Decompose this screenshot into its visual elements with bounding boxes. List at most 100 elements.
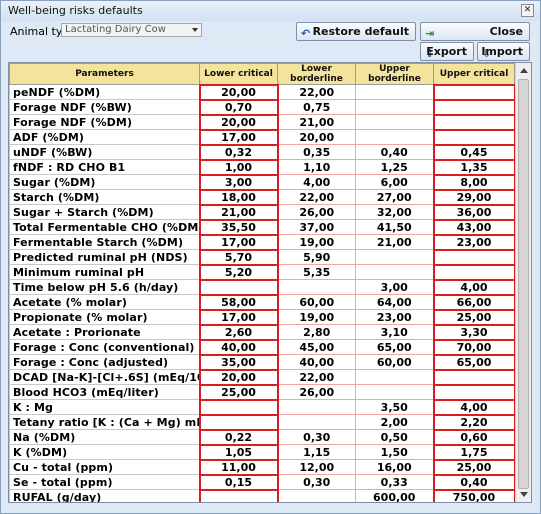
threshold-cell[interactable]: 0,35 <box>277 144 356 160</box>
threshold-cell[interactable]: 0,22 <box>198 428 279 446</box>
threshold-cell[interactable] <box>432 128 516 146</box>
threshold-cell[interactable]: 35,00 <box>198 353 279 371</box>
threshold-cell[interactable]: 17,00 <box>198 128 279 146</box>
threshold-cell[interactable]: 5,90 <box>277 249 356 265</box>
threshold-cell[interactable]: 66,00 <box>432 293 516 311</box>
threshold-cell[interactable]: 25,00 <box>432 458 516 476</box>
threshold-cell[interactable] <box>432 368 516 386</box>
threshold-cell[interactable]: 600,00 <box>355 489 434 502</box>
threshold-cell[interactable]: 750,00 <box>432 488 516 502</box>
threshold-cell[interactable]: 2,20 <box>432 413 516 431</box>
threshold-cell[interactable]: 58,00 <box>198 293 279 311</box>
close-button[interactable]: ⇥ Close <box>420 22 530 41</box>
threshold-cell[interactable]: 40,00 <box>277 354 356 370</box>
vertical-scrollbar[interactable] <box>515 63 531 502</box>
threshold-cell[interactable]: 20,00 <box>198 83 279 101</box>
threshold-cell[interactable]: 2,60 <box>198 323 279 341</box>
threshold-cell[interactable]: 25,00 <box>432 308 516 326</box>
threshold-cell[interactable] <box>432 383 516 401</box>
threshold-cell[interactable] <box>355 84 434 100</box>
threshold-cell[interactable]: 3,00 <box>198 173 279 191</box>
threshold-cell[interactable] <box>198 278 279 296</box>
threshold-cell[interactable]: 18,00 <box>198 188 279 206</box>
threshold-cell[interactable] <box>198 488 279 502</box>
threshold-cell[interactable]: 21,00 <box>277 114 356 130</box>
threshold-cell[interactable] <box>432 263 516 281</box>
threshold-cell[interactable]: 1,05 <box>198 443 279 461</box>
threshold-cell[interactable]: 3,50 <box>355 399 434 415</box>
threshold-cell[interactable]: 11,00 <box>198 458 279 476</box>
threshold-cell[interactable]: 0,40 <box>355 144 434 160</box>
threshold-cell[interactable]: 0,30 <box>277 429 356 445</box>
threshold-cell[interactable]: 16,00 <box>355 459 434 475</box>
threshold-cell[interactable]: 22,00 <box>277 189 356 205</box>
threshold-cell[interactable] <box>432 248 516 266</box>
threshold-cell[interactable]: 21,00 <box>355 234 434 250</box>
threshold-cell[interactable] <box>198 398 279 416</box>
threshold-cell[interactable]: 17,00 <box>198 233 279 251</box>
threshold-cell[interactable]: 65,00 <box>432 353 516 371</box>
threshold-cell[interactable] <box>355 384 434 400</box>
threshold-cell[interactable]: 1,10 <box>277 159 356 175</box>
threshold-cell[interactable]: 41,50 <box>355 219 434 235</box>
threshold-cell[interactable]: 36,00 <box>432 203 516 221</box>
threshold-cell[interactable]: 65,00 <box>355 339 434 355</box>
threshold-cell[interactable]: 12,00 <box>277 459 356 475</box>
threshold-cell[interactable]: 22,00 <box>277 84 356 100</box>
threshold-cell[interactable]: 32,00 <box>355 204 434 220</box>
export-button[interactable]: ⇪ Export <box>420 42 474 61</box>
threshold-cell[interactable]: 0,75 <box>277 99 356 115</box>
threshold-cell[interactable]: 0,40 <box>432 473 516 491</box>
threshold-cell[interactable] <box>277 414 356 430</box>
threshold-cell[interactable]: 35,50 <box>198 218 279 236</box>
threshold-cell[interactable]: 20,00 <box>277 129 356 145</box>
threshold-cell[interactable]: 0,15 <box>198 473 279 491</box>
threshold-cell[interactable] <box>355 264 434 280</box>
threshold-cell[interactable]: 3,10 <box>355 324 434 340</box>
threshold-cell[interactable]: 0,32 <box>198 143 279 161</box>
threshold-cell[interactable]: 0,60 <box>432 428 516 446</box>
threshold-cell[interactable]: 43,00 <box>432 218 516 236</box>
threshold-cell[interactable]: 1,50 <box>355 444 434 460</box>
threshold-cell[interactable]: 70,00 <box>432 338 516 356</box>
window-close-icon[interactable]: ✕ <box>521 4 534 17</box>
threshold-cell[interactable]: 2,00 <box>355 414 434 430</box>
threshold-cell[interactable]: 0,70 <box>198 98 279 116</box>
threshold-cell[interactable]: 19,00 <box>277 309 356 325</box>
threshold-cell[interactable]: 0,33 <box>355 474 434 490</box>
threshold-cell[interactable]: 26,00 <box>277 204 356 220</box>
threshold-cell[interactable]: 1,75 <box>432 443 516 461</box>
threshold-cell[interactable]: 17,00 <box>198 308 279 326</box>
threshold-cell[interactable]: 8,00 <box>432 173 516 191</box>
threshold-cell[interactable] <box>355 369 434 385</box>
threshold-cell[interactable] <box>432 113 516 131</box>
animal-type-select[interactable]: Lactating Dairy Cow <box>61 23 202 37</box>
threshold-cell[interactable]: 1,35 <box>432 158 516 176</box>
threshold-cell[interactable] <box>355 129 434 145</box>
threshold-cell[interactable]: 6,00 <box>355 174 434 190</box>
scroll-down-icon[interactable] <box>520 492 528 497</box>
scroll-up-icon[interactable] <box>520 68 528 73</box>
threshold-cell[interactable]: 19,00 <box>277 234 356 250</box>
threshold-cell[interactable]: 37,00 <box>277 219 356 235</box>
threshold-cell[interactable]: 40,00 <box>198 338 279 356</box>
threshold-cell[interactable] <box>277 489 356 502</box>
threshold-cell[interactable] <box>277 279 356 295</box>
threshold-cell[interactable]: 27,00 <box>355 189 434 205</box>
threshold-cell[interactable]: 0,50 <box>355 429 434 445</box>
threshold-cell[interactable]: 3,30 <box>432 323 516 341</box>
threshold-cell[interactable]: 2,80 <box>277 324 356 340</box>
threshold-cell[interactable]: 5,70 <box>198 248 279 266</box>
threshold-cell[interactable]: 3,00 <box>355 279 434 295</box>
threshold-cell[interactable]: 20,00 <box>198 368 279 386</box>
threshold-cell[interactable]: 29,00 <box>432 188 516 206</box>
threshold-cell[interactable]: 1,25 <box>355 159 434 175</box>
threshold-cell[interactable]: 21,00 <box>198 203 279 221</box>
threshold-cell[interactable] <box>355 114 434 130</box>
threshold-cell[interactable]: 60,00 <box>277 294 356 310</box>
restore-default-button[interactable]: ↶ Restore default <box>296 22 416 41</box>
threshold-cell[interactable]: 20,00 <box>198 113 279 131</box>
threshold-cell[interactable]: 64,00 <box>355 294 434 310</box>
threshold-cell[interactable]: 4,00 <box>432 278 516 296</box>
scrollbar-thumb[interactable] <box>518 79 529 489</box>
